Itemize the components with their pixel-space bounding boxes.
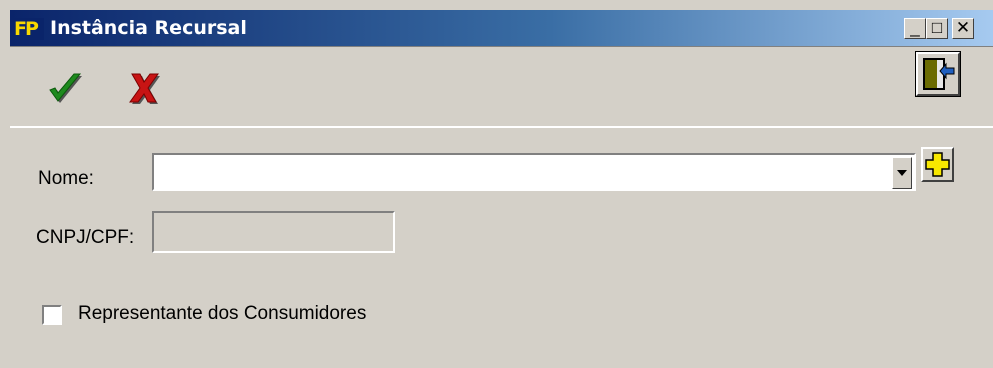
close-button[interactable]: ✕ [952, 18, 974, 39]
plus-icon [925, 152, 950, 177]
cnpj-cpf-field[interactable] [152, 211, 395, 253]
maximize-button[interactable]: □ [926, 18, 948, 39]
window-title: Instância Recursal [50, 17, 247, 39]
cancel-button[interactable] [124, 68, 164, 108]
app-icon: FP [14, 18, 44, 40]
representante-checkbox[interactable] [42, 305, 62, 325]
cnpj-label: CNPJ/CPF: [36, 227, 135, 248]
toolbar [10, 46, 993, 128]
dialog-window: FP Instância Recursal _ □ ✕ Nome: CNPJ/C… [0, 0, 993, 368]
nome-dropdown-button[interactable] [892, 157, 912, 189]
title-bar[interactable]: FP Instância Recursal _ □ ✕ [10, 10, 993, 46]
exit-door-icon [923, 58, 955, 90]
x-icon [129, 73, 160, 104]
confirm-button[interactable] [44, 68, 84, 108]
nome-combobox[interactable] [152, 153, 916, 191]
nome-label: Nome: [38, 168, 94, 189]
representante-label[interactable]: Representante dos Consumidores [78, 303, 366, 325]
minimize-button[interactable]: _ [904, 18, 926, 39]
add-button[interactable] [921, 147, 954, 182]
check-icon [49, 73, 82, 103]
window-left-border [0, 10, 10, 368]
exit-button[interactable] [915, 51, 961, 97]
